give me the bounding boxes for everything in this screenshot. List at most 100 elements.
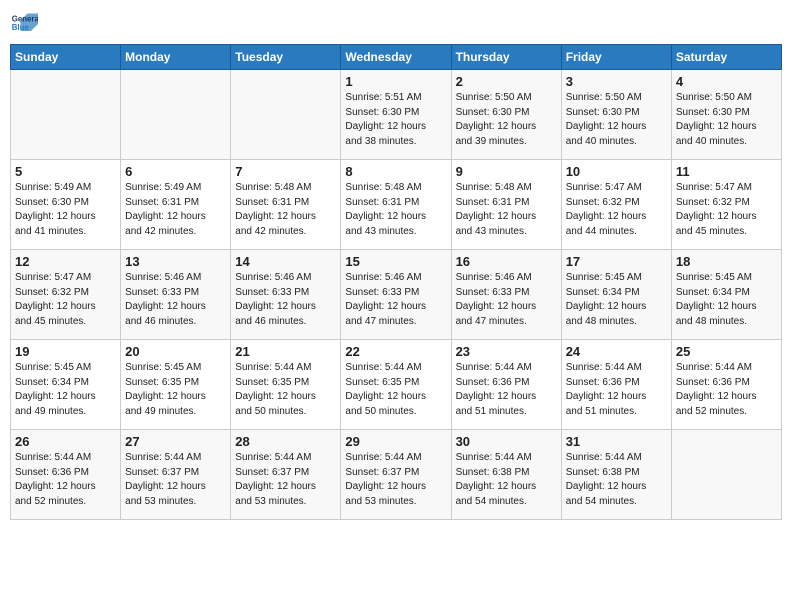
calendar-cell: 12 Sunrise: 5:47 AM Sunset: 6:32 PM Dayli… bbox=[11, 250, 121, 340]
cell-info: Sunrise: 5:49 AM Sunset: 6:31 PM Dayligh… bbox=[125, 181, 226, 239]
day-number: 31 bbox=[566, 434, 667, 449]
calendar-cell bbox=[11, 70, 121, 160]
day-number: 10 bbox=[566, 164, 667, 179]
calendar-cell: 15Sunrise: 5:46 AM Sunset: 6:33 PM Dayli… bbox=[341, 250, 451, 340]
cell-info: Sunrise: 5:45 AM Sunset: 6:34 PM Dayligh… bbox=[676, 271, 777, 329]
day-number: 26 bbox=[15, 434, 116, 449]
calendar-cell: 29 Sunrise: 5:44 AM Sunset: 6:37 PM Dayli… bbox=[341, 430, 451, 520]
calendar-cell: 2 Sunrise: 5:50 AM Sunset: 6:30 PM Daylig… bbox=[451, 70, 561, 160]
cell-info: Sunrise: 5:48 AM Sunset: 6:31 PM Dayligh… bbox=[345, 181, 446, 239]
calendar-header-row: SundayMondayTuesdayWednesdayThursdayFrid… bbox=[11, 45, 782, 70]
calendar-cell: 10Sunrise: 5:47 AM Sunset: 6:32 PM Dayli… bbox=[561, 160, 671, 250]
calendar-cell: 20Sunrise: 5:45 AM Sunset: 6:35 PM Dayli… bbox=[121, 340, 231, 430]
day-number: 2 bbox=[456, 74, 557, 89]
day-number: 6 bbox=[125, 164, 226, 179]
cell-info: Sunrise: 5:50 AM Sunset: 6:30 PM Dayligh… bbox=[566, 91, 667, 149]
cell-info: Sunrise: 5:44 AM Sunset: 6:38 PM Dayligh… bbox=[456, 451, 557, 509]
calendar-cell: 21Sunrise: 5:44 AM Sunset: 6:35 PM Dayli… bbox=[231, 340, 341, 430]
svg-text:General: General bbox=[12, 14, 38, 23]
page-header: General Blue bbox=[10, 10, 782, 38]
calendar-cell: 3 Sunrise: 5:50 AM Sunset: 6:30 PM Daylig… bbox=[561, 70, 671, 160]
calendar-cell: 23 Sunrise: 5:44 AM Sunset: 6:36 PM Dayli… bbox=[451, 340, 561, 430]
calendar-week-1: 1 Sunrise: 5:51 AM Sunset: 6:30 PM Daylig… bbox=[11, 70, 782, 160]
cell-info: Sunrise: 5:47 AM Sunset: 6:32 PM Dayligh… bbox=[676, 181, 777, 239]
cell-info: Sunrise: 5:45 AM Sunset: 6:34 PM Dayligh… bbox=[566, 271, 667, 329]
cell-info: Sunrise: 5:50 AM Sunset: 6:30 PM Dayligh… bbox=[676, 91, 777, 149]
calendar-cell bbox=[121, 70, 231, 160]
day-number: 4 bbox=[676, 74, 777, 89]
calendar-cell: 28Sunrise: 5:44 AM Sunset: 6:37 PM Dayli… bbox=[231, 430, 341, 520]
calendar-week-4: 19 Sunrise: 5:45 AM Sunset: 6:34 PM Dayli… bbox=[11, 340, 782, 430]
day-number: 3 bbox=[566, 74, 667, 89]
calendar-cell: 19 Sunrise: 5:45 AM Sunset: 6:34 PM Dayli… bbox=[11, 340, 121, 430]
day-number: 8 bbox=[345, 164, 446, 179]
cell-info: Sunrise: 5:46 AM Sunset: 6:33 PM Dayligh… bbox=[235, 271, 336, 329]
day-number: 18 bbox=[676, 254, 777, 269]
day-number: 20 bbox=[125, 344, 226, 359]
cell-info: Sunrise: 5:47 AM Sunset: 6:32 PM Dayligh… bbox=[15, 271, 116, 329]
logo: General Blue bbox=[10, 10, 38, 38]
day-number: 19 bbox=[15, 344, 116, 359]
cell-info: Sunrise: 5:44 AM Sunset: 6:36 PM Dayligh… bbox=[566, 361, 667, 419]
calendar-cell: 4 Sunrise: 5:50 AM Sunset: 6:30 PM Daylig… bbox=[671, 70, 781, 160]
svg-text:Blue: Blue bbox=[12, 23, 30, 32]
cell-info: Sunrise: 5:46 AM Sunset: 6:33 PM Dayligh… bbox=[456, 271, 557, 329]
calendar-cell: 31Sunrise: 5:44 AM Sunset: 6:38 PM Dayli… bbox=[561, 430, 671, 520]
cell-info: Sunrise: 5:46 AM Sunset: 6:33 PM Dayligh… bbox=[125, 271, 226, 329]
day-number: 24 bbox=[566, 344, 667, 359]
calendar-cell: 30 Sunrise: 5:44 AM Sunset: 6:38 PM Dayli… bbox=[451, 430, 561, 520]
day-number: 7 bbox=[235, 164, 336, 179]
calendar-cell bbox=[671, 430, 781, 520]
day-number: 23 bbox=[456, 344, 557, 359]
cell-info: Sunrise: 5:44 AM Sunset: 6:37 PM Dayligh… bbox=[345, 451, 446, 509]
day-number: 27 bbox=[125, 434, 226, 449]
calendar-cell: 26 Sunrise: 5:44 AM Sunset: 6:36 PM Dayli… bbox=[11, 430, 121, 520]
calendar-cell: 7 Sunrise: 5:48 AM Sunset: 6:31 PM Daylig… bbox=[231, 160, 341, 250]
day-number: 11 bbox=[676, 164, 777, 179]
cell-info: Sunrise: 5:51 AM Sunset: 6:30 PM Dayligh… bbox=[345, 91, 446, 149]
cell-info: Sunrise: 5:44 AM Sunset: 6:35 PM Dayligh… bbox=[345, 361, 446, 419]
cell-info: Sunrise: 5:44 AM Sunset: 6:36 PM Dayligh… bbox=[676, 361, 777, 419]
calendar-week-5: 26 Sunrise: 5:44 AM Sunset: 6:36 PM Dayli… bbox=[11, 430, 782, 520]
calendar-cell: 24 Sunrise: 5:44 AM Sunset: 6:36 PM Dayli… bbox=[561, 340, 671, 430]
logo-icon: General Blue bbox=[10, 10, 38, 38]
cell-info: Sunrise: 5:49 AM Sunset: 6:30 PM Dayligh… bbox=[15, 181, 116, 239]
day-number: 29 bbox=[345, 434, 446, 449]
cell-info: Sunrise: 5:50 AM Sunset: 6:30 PM Dayligh… bbox=[456, 91, 557, 149]
calendar-cell: 22 Sunrise: 5:44 AM Sunset: 6:35 PM Dayli… bbox=[341, 340, 451, 430]
day-number: 9 bbox=[456, 164, 557, 179]
day-header-tuesday: Tuesday bbox=[231, 45, 341, 70]
day-number: 22 bbox=[345, 344, 446, 359]
day-number: 30 bbox=[456, 434, 557, 449]
day-number: 25 bbox=[676, 344, 777, 359]
cell-info: Sunrise: 5:44 AM Sunset: 6:35 PM Dayligh… bbox=[235, 361, 336, 419]
calendar-cell: 16 Sunrise: 5:46 AM Sunset: 6:33 PM Dayli… bbox=[451, 250, 561, 340]
calendar-cell: 5 Sunrise: 5:49 AM Sunset: 6:30 PM Daylig… bbox=[11, 160, 121, 250]
cell-info: Sunrise: 5:48 AM Sunset: 6:31 PM Dayligh… bbox=[235, 181, 336, 239]
day-number: 5 bbox=[15, 164, 116, 179]
day-header-saturday: Saturday bbox=[671, 45, 781, 70]
cell-info: Sunrise: 5:45 AM Sunset: 6:34 PM Dayligh… bbox=[15, 361, 116, 419]
day-header-friday: Friday bbox=[561, 45, 671, 70]
day-number: 28 bbox=[235, 434, 336, 449]
day-number: 16 bbox=[456, 254, 557, 269]
day-number: 1 bbox=[345, 74, 446, 89]
day-header-thursday: Thursday bbox=[451, 45, 561, 70]
calendar-cell: 27 Sunrise: 5:44 AM Sunset: 6:37 PM Dayli… bbox=[121, 430, 231, 520]
day-number: 17 bbox=[566, 254, 667, 269]
calendar-cell: 9 Sunrise: 5:48 AM Sunset: 6:31 PM Daylig… bbox=[451, 160, 561, 250]
day-header-wednesday: Wednesday bbox=[341, 45, 451, 70]
calendar-week-2: 5 Sunrise: 5:49 AM Sunset: 6:30 PM Daylig… bbox=[11, 160, 782, 250]
cell-info: Sunrise: 5:44 AM Sunset: 6:37 PM Dayligh… bbox=[125, 451, 226, 509]
day-header-monday: Monday bbox=[121, 45, 231, 70]
cell-info: Sunrise: 5:48 AM Sunset: 6:31 PM Dayligh… bbox=[456, 181, 557, 239]
cell-info: Sunrise: 5:44 AM Sunset: 6:36 PM Dayligh… bbox=[456, 361, 557, 419]
calendar-cell: 14Sunrise: 5:46 AM Sunset: 6:33 PM Dayli… bbox=[231, 250, 341, 340]
cell-info: Sunrise: 5:44 AM Sunset: 6:36 PM Dayligh… bbox=[15, 451, 116, 509]
calendar-cell: 1 Sunrise: 5:51 AM Sunset: 6:30 PM Daylig… bbox=[341, 70, 451, 160]
calendar-cell: 13Sunrise: 5:46 AM Sunset: 6:33 PM Dayli… bbox=[121, 250, 231, 340]
calendar-cell bbox=[231, 70, 341, 160]
day-number: 12 bbox=[15, 254, 116, 269]
calendar-cell: 25 Sunrise: 5:44 AM Sunset: 6:36 PM Dayli… bbox=[671, 340, 781, 430]
calendar-table: SundayMondayTuesdayWednesdayThursdayFrid… bbox=[10, 44, 782, 520]
